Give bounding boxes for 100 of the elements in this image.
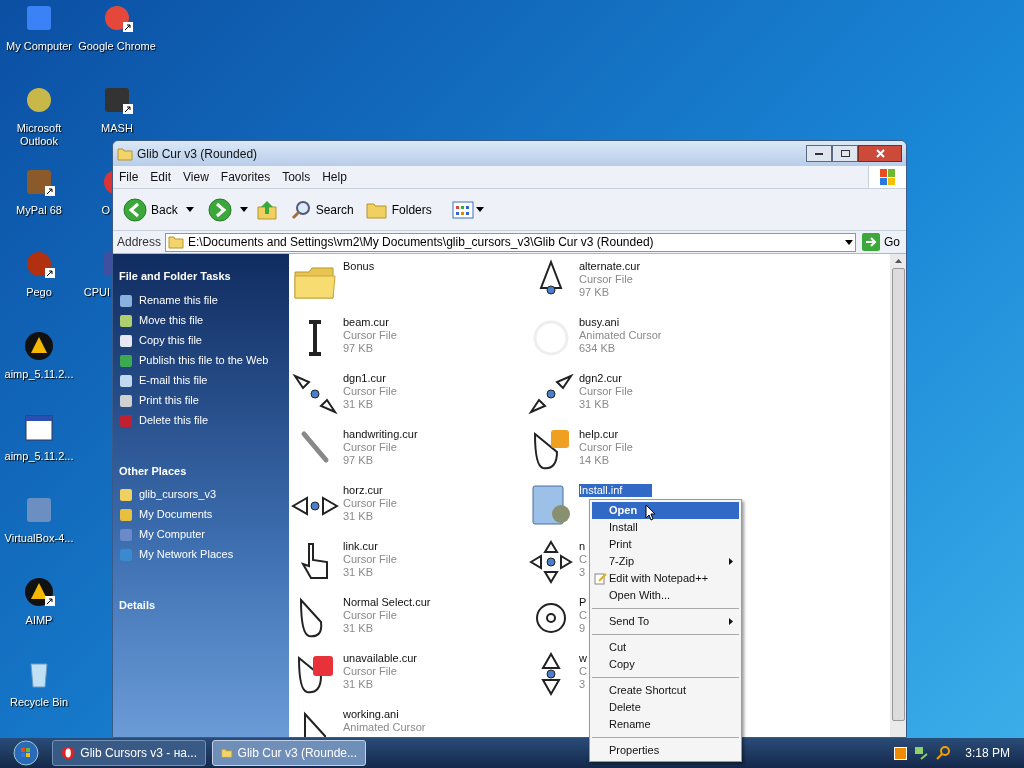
menu-item[interactable]: Rename [592, 716, 739, 733]
menu-item[interactable]: Open [592, 502, 739, 519]
address-field[interactable]: E:\Documents and Settings\vm2\My Documents\glib_cursors_v3\Glib Cur v3 (Rounded) [165, 232, 856, 252]
file-name[interactable]: n [579, 540, 587, 553]
file-name[interactable]: w [579, 652, 587, 665]
task-link[interactable]: Rename this file [139, 292, 218, 307]
task-link[interactable]: Move this file [139, 312, 204, 327]
file-name[interactable]: busy.ani [579, 316, 662, 329]
file-size: 31 KB [343, 622, 374, 635]
up-folder-icon[interactable] [255, 198, 278, 221]
desktop-icon-label[interactable]: My Computer [0, 40, 78, 53]
app-icon [23, 576, 55, 608]
task-icon [119, 353, 133, 368]
desktop-icon-label[interactable]: aimp_5.11.2... [0, 368, 78, 381]
file-size: 3 [579, 566, 587, 579]
file-name[interactable]: unavailable.cur [343, 652, 417, 665]
go-button[interactable]: Go [860, 233, 902, 251]
task-link[interactable]: Publish this file to the Web [139, 352, 269, 367]
task-link[interactable]: My Computer [139, 527, 206, 541]
menu-item[interactable]: Create Shortcut [592, 682, 739, 699]
menu-item[interactable]: Delete [592, 699, 739, 716]
scroll-up-arrow-icon[interactable] [894, 259, 902, 263]
task-icon [119, 413, 133, 428]
back-button[interactable]: Back [123, 197, 178, 222]
menu-item[interactable]: Print [592, 536, 739, 553]
desktop-icon-label[interactable]: Microsoft Outlook [0, 122, 78, 148]
task-link[interactable]: My Documents [139, 507, 213, 521]
tray-app-icon[interactable] [894, 746, 908, 760]
cursor-icon [527, 538, 575, 586]
desktop-icon-label[interactable]: MyPal 68 [0, 204, 78, 217]
file-name[interactable]: working.ani [343, 708, 426, 721]
network-icon[interactable] [913, 745, 930, 761]
file-name[interactable]: Normal Select.cur [343, 596, 431, 609]
caret-icon[interactable] [185, 207, 194, 212]
caret-icon[interactable] [239, 207, 248, 212]
menu-item[interactable]: Edit [144, 168, 178, 186]
file-name[interactable]: horz.cur [343, 484, 397, 497]
menu-item[interactable]: Open With... [592, 587, 739, 604]
menu-item[interactable]: Cut [592, 639, 739, 656]
menu-item[interactable]: Install [592, 519, 739, 536]
file-name[interactable]: help.cur [579, 428, 633, 441]
section-title[interactable]: File and Folder Tasks [119, 268, 283, 285]
file-name[interactable]: Bonus [343, 260, 375, 273]
file-name[interactable]: Install.inf [579, 484, 653, 497]
menu-item[interactable]: 7-Zip [592, 553, 739, 570]
file-name[interactable]: beam.cur [343, 316, 397, 329]
task-link[interactable]: Copy this file [139, 332, 202, 347]
search-button[interactable]: Search [289, 198, 354, 221]
folder-icon [221, 746, 233, 760]
file-name[interactable]: dgn1.cur [343, 372, 397, 385]
file-size: 31 KB [343, 510, 374, 523]
desktop-icon-label[interactable]: Google Chrome [78, 40, 156, 53]
menu-item[interactable]: Send To [592, 613, 739, 630]
caret-icon[interactable] [845, 239, 853, 245]
file-name[interactable]: alternate.cur [579, 260, 641, 273]
task-link[interactable]: Delete this file [139, 412, 209, 427]
desktop-icon-label[interactable]: VirtualBox-4... [0, 532, 78, 545]
views-icon[interactable] [451, 200, 474, 219]
menu-item[interactable]: View [177, 168, 215, 186]
close-icon [875, 149, 885, 158]
scrollbar[interactable] [890, 254, 906, 737]
file-type: Cursor File [343, 441, 398, 454]
maximize-button[interactable] [832, 145, 858, 162]
file-size: 97 KB [579, 286, 610, 299]
section-title[interactable]: Details [119, 597, 283, 614]
task-link[interactable]: My Network Places [139, 547, 234, 561]
clock[interactable]: 3:18 PM [957, 744, 1018, 762]
file-name[interactable]: handwriting.cur [343, 428, 418, 441]
close-button[interactable] [858, 145, 902, 162]
menu-item[interactable]: Favorites [214, 168, 277, 186]
menu-item[interactable]: File [113, 168, 145, 186]
menu-item[interactable]: Tools [276, 168, 317, 186]
taskbar-button[interactable]: Glib Cursors v3 - на... [52, 740, 206, 766]
file-size: 97 KB [343, 342, 374, 355]
file-type: Cursor File [579, 385, 633, 398]
caret-icon[interactable] [475, 207, 484, 212]
file-name[interactable]: dgn2.cur [579, 372, 633, 385]
minimize-button[interactable] [806, 145, 832, 162]
desktop-icon-label[interactable]: AIMP [0, 614, 78, 627]
windows-logo-icon [13, 740, 39, 766]
window-title: Glib Cur v3 (Rounded) [137, 145, 259, 163]
mouse-pointer-icon [645, 504, 656, 521]
file-name[interactable]: link.cur [343, 540, 397, 553]
file-name[interactable]: P [579, 596, 587, 609]
task-link[interactable]: glib_cursors_v3 [139, 487, 217, 501]
search-icon[interactable] [935, 745, 952, 761]
menu-item[interactable]: Copy [592, 656, 739, 673]
menu-item[interactable]: Edit with Notepad++ [592, 570, 739, 587]
folders-button[interactable]: Folders [365, 199, 432, 220]
desktop-icon-label[interactable]: O [78, 204, 110, 217]
section-title[interactable]: Other Places [119, 462, 283, 479]
desktop-icon-label[interactable]: Recycle Bin [0, 696, 78, 709]
desktop-icon-label[interactable]: MASH [78, 122, 156, 135]
desktop-icon-label[interactable]: Pego [0, 286, 78, 299]
desktop-icon-label[interactable]: aimp_5.11.2... [0, 450, 78, 463]
menu-item[interactable]: Properties [592, 742, 739, 759]
menu-item[interactable]: Help [316, 168, 353, 186]
desktop-icon-label[interactable]: CPUI [78, 286, 110, 299]
task-link[interactable]: E-mail this file [139, 372, 208, 387]
task-link[interactable]: Print this file [139, 392, 199, 407]
